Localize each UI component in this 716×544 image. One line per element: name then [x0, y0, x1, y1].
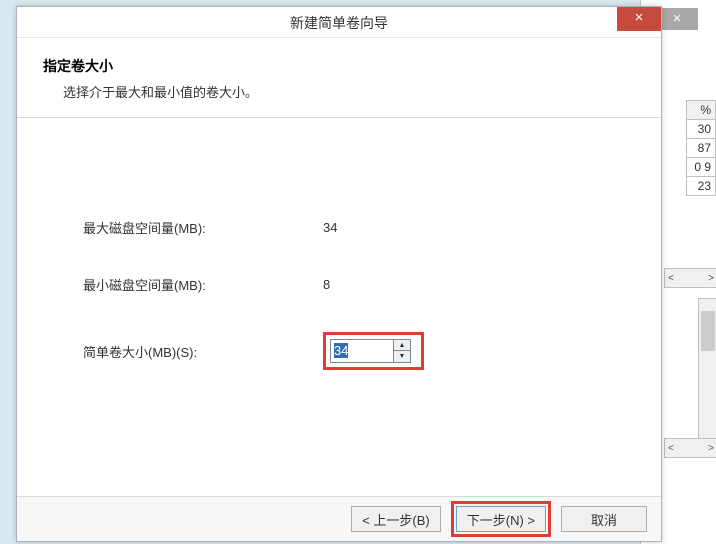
- table-cell: 0 9: [687, 158, 716, 177]
- max-space-row: 最大磁盘空间量(MB): 34: [83, 218, 635, 237]
- scroll-left-icon[interactable]: <: [665, 273, 677, 284]
- next-button[interactable]: 下一步(N) >: [456, 506, 546, 532]
- background-vscrollbar[interactable]: [698, 298, 716, 440]
- min-space-value: 8: [323, 277, 423, 292]
- background-close-button[interactable]: ×: [656, 8, 698, 30]
- scroll-right-icon[interactable]: >: [705, 443, 716, 454]
- background-table: % 30 87 0 9 23: [686, 100, 716, 196]
- background-hscrollbar-2[interactable]: < >: [664, 438, 716, 458]
- max-space-value: 34: [323, 220, 423, 235]
- spin-down-button[interactable]: ▼: [394, 351, 410, 362]
- background-hscrollbar[interactable]: < >: [664, 268, 716, 288]
- wizard-body: 最大磁盘空间量(MB): 34 最小磁盘空间量(MB): 8 简单卷大小(MB)…: [17, 118, 661, 370]
- size-input[interactable]: [331, 340, 393, 360]
- size-spinner: ▲ ▼: [330, 339, 411, 363]
- size-row: 简单卷大小(MB)(S): ▲ ▼: [83, 332, 635, 370]
- scroll-right-icon[interactable]: >: [705, 273, 716, 284]
- close-icon: ×: [635, 9, 644, 26]
- spin-up-button[interactable]: ▲: [394, 340, 410, 351]
- close-button[interactable]: ×: [617, 7, 661, 31]
- percent-header: %: [687, 101, 716, 120]
- wizard-header: 指定卷大小 选择介于最大和最小值的卷大小。: [17, 38, 661, 118]
- table-cell: 23: [687, 177, 716, 196]
- table-cell: 30: [687, 120, 716, 139]
- size-highlight: ▲ ▼: [323, 332, 424, 370]
- min-space-row: 最小磁盘空间量(MB): 8: [83, 275, 635, 294]
- wizard-heading: 指定卷大小: [43, 56, 635, 76]
- max-space-label: 最大磁盘空间量(MB):: [83, 218, 323, 237]
- window-title: 新建简单卷向导: [17, 13, 661, 33]
- size-label: 简单卷大小(MB)(S):: [83, 342, 323, 361]
- wizard-dialog: 新建简单卷向导 × 指定卷大小 选择介于最大和最小值的卷大小。 最大磁盘空间量(…: [16, 6, 662, 542]
- wizard-subheading: 选择介于最大和最小值的卷大小。: [63, 82, 635, 101]
- table-cell: 87: [687, 139, 716, 158]
- scroll-thumb[interactable]: [701, 311, 715, 351]
- cancel-button[interactable]: 取消: [561, 506, 647, 532]
- scroll-left-icon[interactable]: <: [665, 443, 677, 454]
- wizard-footer: < 上一步(B) 下一步(N) > 取消: [17, 496, 661, 541]
- min-space-label: 最小磁盘空间量(MB):: [83, 275, 323, 294]
- back-button[interactable]: < 上一步(B): [351, 506, 441, 532]
- titlebar: 新建简单卷向导 ×: [17, 7, 661, 38]
- next-highlight: 下一步(N) >: [451, 501, 551, 537]
